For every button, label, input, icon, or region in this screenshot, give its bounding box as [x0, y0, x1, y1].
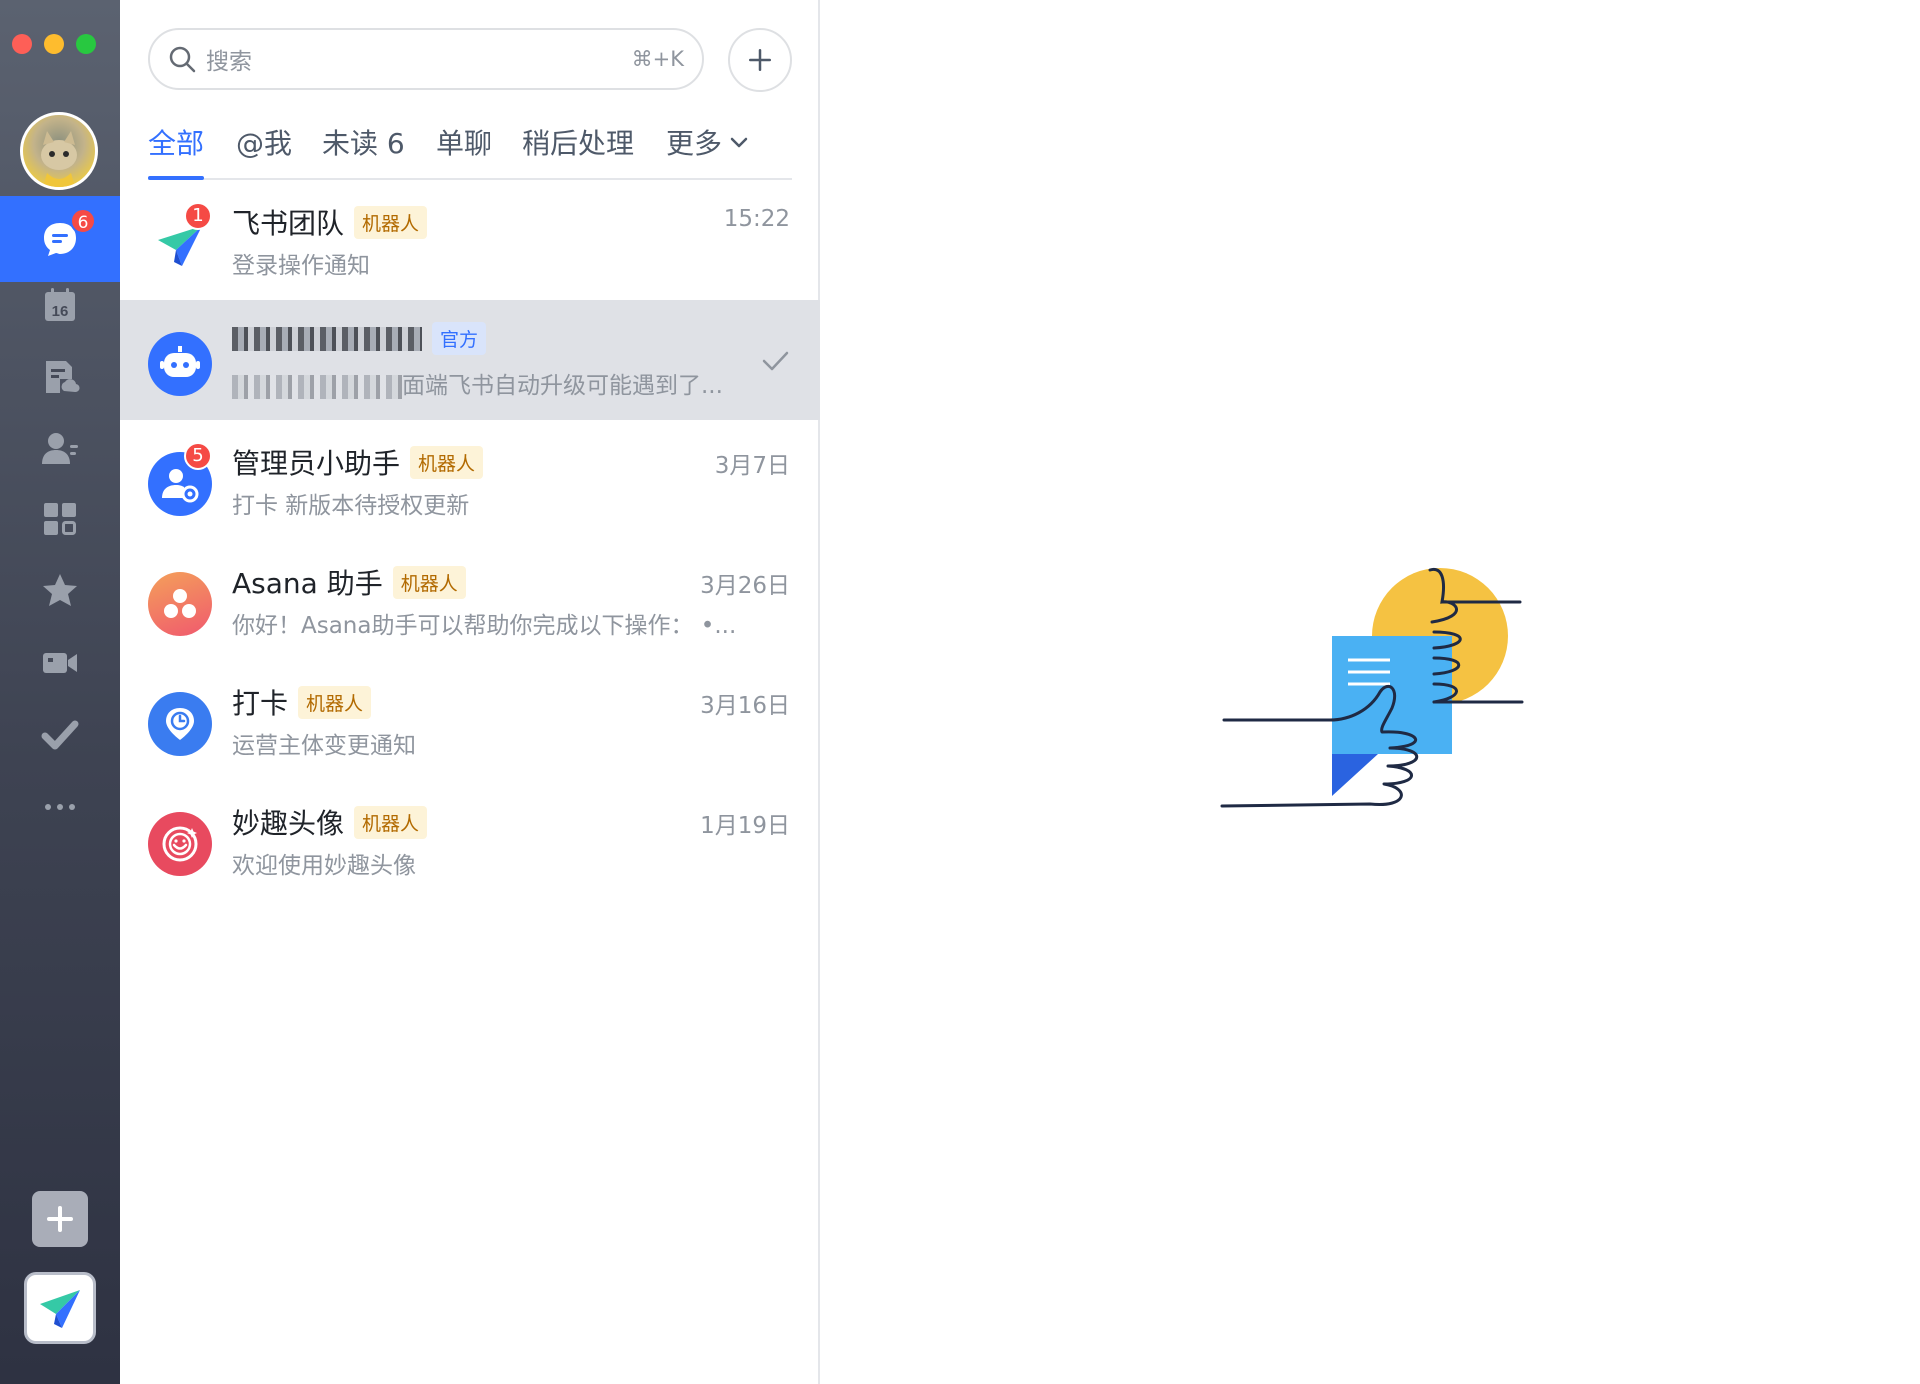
- chat-avatar: [148, 812, 212, 876]
- chat-title: 妙趣头像 机器人: [232, 802, 428, 842]
- messages-unread-badge: 6: [70, 208, 96, 234]
- tab-direct[interactable]: 单聊: [436, 122, 492, 162]
- contacts-icon: [42, 433, 78, 464]
- search-placeholder: 搜索: [206, 49, 252, 75]
- user-avatar[interactable]: [20, 112, 98, 190]
- chat-title: 打卡 机器人: [232, 682, 372, 722]
- chat-name: Asana 助手: [232, 567, 383, 600]
- minimize-window-button[interactable]: [44, 34, 64, 54]
- bot-tag: 机器人: [298, 685, 372, 719]
- tab-label: 未读 6: [322, 127, 405, 160]
- tab-label: 全部: [148, 127, 205, 160]
- more-icon: [45, 804, 75, 810]
- cloud-doc-icon: [46, 361, 80, 393]
- star-icon: [43, 574, 77, 606]
- tab-label: 单聊: [436, 127, 493, 160]
- chevron-down-icon: [730, 137, 748, 148]
- chat-item-feishu-team[interactable]: 1 飞书团队 机器人 15:22 登录操作通知: [120, 180, 820, 300]
- rail-item-more[interactable]: [0, 762, 120, 848]
- search-icon: [169, 46, 196, 73]
- chat-preview: 欢迎使用妙趣头像: [232, 853, 416, 879]
- tab-label: @我: [236, 127, 293, 160]
- chat-preview: 登录操作通知: [232, 253, 370, 279]
- cat-avatar-icon: [41, 131, 77, 187]
- chat-time: 3月7日: [714, 453, 790, 479]
- bot-tag: 机器人: [354, 805, 428, 839]
- zoom-window-button[interactable]: [76, 34, 96, 54]
- nav-rail: 6 16: [0, 0, 120, 1384]
- chat-item-checkin[interactable]: 打卡 机器人 3月16日 运营主体变更通知: [120, 660, 820, 780]
- chat-preview: 打卡 新版本待授权更新: [232, 493, 470, 519]
- window-controls: [12, 34, 96, 54]
- calendar-icon: 16: [45, 288, 75, 321]
- tab-more[interactable]: 更多: [666, 122, 750, 162]
- chat-preview: 运营主体变更通知: [232, 733, 416, 759]
- chat-preview: 你好！Asana助手可以帮助你完成以下操作： •...: [232, 613, 737, 639]
- search-box[interactable]: 搜索 ⌘+K: [148, 28, 704, 90]
- plus-icon: [47, 1206, 73, 1232]
- chat-avatar: [148, 692, 212, 756]
- unread-badge: 5: [184, 442, 212, 470]
- feishu-app-button[interactable]: [24, 1272, 96, 1344]
- chat-time: 15:22: [723, 206, 790, 232]
- unread-badge: 1: [184, 202, 212, 230]
- done-check-icon[interactable]: [760, 346, 790, 376]
- tab-label: 更多: [666, 127, 723, 160]
- calendar-day-label: 16: [52, 303, 69, 320]
- video-icon: [43, 653, 77, 673]
- search-shortcut: ⌘+K: [631, 47, 684, 71]
- chat-preview: 面端飞书自动升级可能遇到了...: [232, 366, 772, 400]
- chat-name: 管理员小助手: [232, 447, 401, 480]
- chat-preview-text: 面端飞书自动升级可能遇到了...: [402, 373, 723, 399]
- close-window-button[interactable]: [12, 34, 32, 54]
- tab-later[interactable]: 稍后处理: [522, 122, 634, 162]
- chat-name: 打卡: [232, 687, 289, 720]
- chat-title: 飞书团队 机器人: [232, 202, 428, 242]
- chat-name: 妙趣头像: [232, 807, 345, 840]
- check-icon: [41, 720, 79, 750]
- tab-label: 稍后处理: [522, 127, 635, 160]
- chat-list-panel: 搜索 ⌘+K 全部 @我 未读 6 单聊 稍后处理 更多 1 飞书团队 机器人 …: [120, 0, 820, 1384]
- tab-all[interactable]: 全部: [148, 122, 204, 162]
- feishu-logo-icon: [40, 1290, 80, 1328]
- bot-tag: 机器人: [392, 565, 466, 599]
- add-app-button[interactable]: [32, 1191, 88, 1247]
- bot-tag: 机器人: [354, 205, 428, 239]
- chat-title: 官方: [232, 322, 487, 355]
- thumbs-up-illustration: [1220, 567, 1524, 808]
- bot-tag: 机器人: [410, 445, 484, 479]
- smile-icon: [162, 826, 198, 862]
- chat-time: 1月19日: [700, 813, 790, 839]
- redacted-text: [232, 374, 402, 399]
- create-button[interactable]: [728, 28, 792, 92]
- chat-avatar: [148, 572, 212, 636]
- filter-tabs: 全部 @我 未读 6 单聊 稍后处理 更多: [148, 114, 792, 180]
- chat-item-asana[interactable]: Asana 助手 机器人 3月26日 你好！Asana助手可以帮助你完成以下操作…: [120, 540, 820, 660]
- chat-name: 飞书团队: [232, 207, 345, 240]
- chat-time: 3月16日: [700, 693, 790, 719]
- chat-title: 管理员小助手 机器人: [232, 442, 484, 482]
- chat-time: 3月26日: [700, 573, 790, 599]
- chat-title: Asana 助手 机器人: [232, 562, 466, 602]
- conversation-pane: [820, 0, 1920, 1384]
- app-grid-icon: [44, 503, 76, 535]
- chat-avatar: [148, 332, 212, 396]
- clock-pin-icon: [166, 708, 194, 740]
- tab-mentions[interactable]: @我: [236, 122, 292, 162]
- official-tag: 官方: [432, 322, 487, 355]
- app-window: 6 16 搜索 ⌘+K 全部 @我 未读 6 单聊 稍后处理 更多 1 飞书团队…: [0, 0, 1920, 1384]
- chat-item-admin-assistant[interactable]: 5 管理员小助手 机器人 3月7日 打卡 新版本待授权更新: [120, 420, 820, 540]
- plus-icon: [749, 49, 771, 71]
- tab-unread[interactable]: 未读 6: [322, 122, 405, 162]
- robot-icon: [160, 346, 200, 377]
- asana-icon: [164, 589, 196, 618]
- chat-item-fun-avatar[interactable]: 妙趣头像 机器人 1月19日 欢迎使用妙趣头像: [120, 780, 820, 900]
- redacted-name: [232, 326, 422, 351]
- chat-item-official-selected[interactable]: 官方 面端飞书自动升级可能遇到了...: [120, 300, 820, 420]
